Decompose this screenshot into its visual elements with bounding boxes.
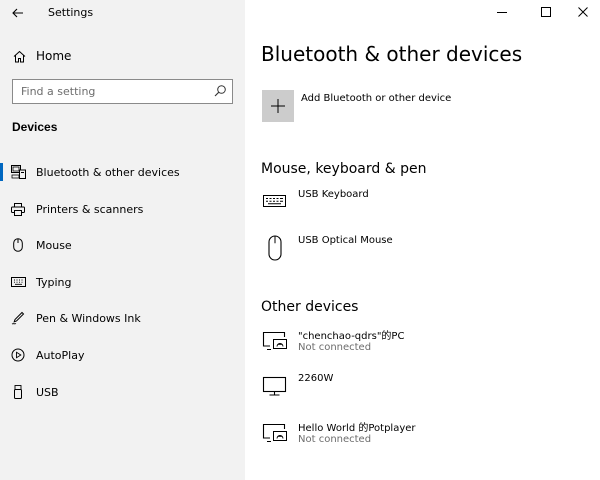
sidebar-item-label: Pen & Windows Ink	[36, 311, 141, 325]
sidebar-item-label: Printers & scanners	[36, 202, 144, 216]
sidebar-item-bluetooth[interactable]: Bluetooth & other devices	[0, 160, 245, 184]
home-label: Home	[36, 49, 72, 63]
pen-icon	[10, 310, 26, 326]
sidebar-item-label: Bluetooth & other devices	[36, 165, 180, 179]
device-usb-optical-mouse[interactable]: USB Optical Mouse	[261, 235, 581, 275]
device-hello-world-potplayer[interactable]: Hello World 的Potplayer Not connected	[261, 419, 581, 459]
bluetooth-devices-icon	[10, 164, 26, 180]
device-name: Hello World 的Potplayer	[298, 423, 416, 434]
device-name: USB Optical Mouse	[298, 235, 393, 246]
app-title: Settings	[48, 6, 94, 19]
sidebar-item-home[interactable]: Home	[0, 45, 245, 67]
arrow-left-icon	[12, 8, 23, 18]
device-status: Not connected	[298, 434, 372, 445]
device-usb-keyboard[interactable]: USB Keyboard	[261, 189, 581, 229]
mouse-icon	[268, 235, 282, 261]
wireless-display-icon	[262, 423, 287, 442]
sidebar-item-typing[interactable]: Typing	[0, 270, 245, 294]
sidebar-item-mouse[interactable]: Mouse	[0, 233, 245, 257]
add-device-label: Add Bluetooth or other device	[301, 93, 452, 104]
sidebar-item-label: USB	[36, 385, 59, 399]
keyboard-icon	[263, 195, 286, 207]
add-device-button[interactable]: Add Bluetooth or other device	[262, 90, 552, 122]
search-icon[interactable]	[213, 84, 227, 98]
back-button[interactable]	[7, 2, 29, 24]
device-name: USB Keyboard	[298, 189, 369, 200]
usb-icon	[10, 384, 26, 400]
home-icon	[11, 48, 27, 64]
wireless-display-icon	[262, 331, 287, 350]
device-name: 2260W	[298, 373, 334, 384]
monitor-icon	[262, 376, 287, 396]
autoplay-icon	[10, 347, 26, 363]
printer-icon	[10, 201, 26, 217]
sidebar: Settings Home Devices	[0, 0, 245, 480]
sidebar-item-label: Typing	[36, 275, 72, 289]
sidebar-item-label: Mouse	[36, 238, 72, 252]
page-title: Bluetooth & other devices	[261, 42, 523, 66]
plus-icon	[271, 99, 285, 113]
device-name: "chenchao-qdrs"的PC	[298, 331, 405, 342]
sidebar-item-pen[interactable]: Pen & Windows Ink	[0, 306, 245, 330]
main-content: Bluetooth & other devices Add Bluetooth …	[245, 0, 600, 480]
mouse-icon	[10, 237, 26, 253]
settings-window: Settings Home Devices	[0, 0, 600, 480]
sidebar-item-autoplay[interactable]: AutoPlay	[0, 343, 245, 367]
device-chenchao-pc[interactable]: "chenchao-qdrs"的PC Not connected	[261, 327, 581, 367]
group-title-input-devices: Mouse, keyboard & pen	[261, 161, 427, 177]
device-2260w[interactable]: 2260W	[261, 373, 581, 413]
search-box	[12, 79, 233, 104]
sidebar-item-usb[interactable]: USB	[0, 380, 245, 404]
search-input[interactable]	[13, 80, 203, 103]
section-title-devices: Devices	[12, 120, 58, 134]
sidebar-item-printers[interactable]: Printers & scanners	[0, 197, 245, 221]
sidebar-item-label: AutoPlay	[36, 348, 85, 362]
group-title-other-devices: Other devices	[261, 299, 359, 315]
keyboard-icon	[10, 274, 26, 290]
device-status: Not connected	[298, 342, 372, 353]
add-device-tile	[262, 90, 294, 122]
